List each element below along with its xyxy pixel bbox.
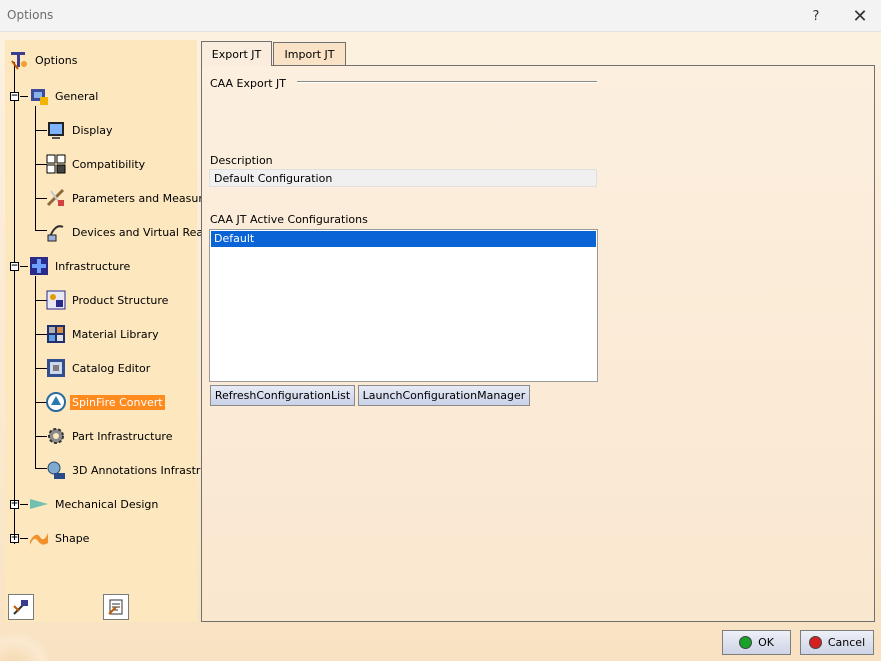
reset-options-icon	[13, 600, 28, 615]
spinfire-icon	[46, 392, 66, 412]
refresh-configuration-list-button[interactable]: RefreshConfigurationList	[210, 385, 355, 406]
tree-line	[35, 276, 36, 468]
tree-label: Compatibility	[72, 157, 146, 171]
group-divider	[297, 81, 597, 83]
parameters-icon	[46, 188, 65, 207]
tree-root-options[interactable]: Options	[8, 49, 79, 71]
tree-connector	[20, 504, 28, 505]
tree-line	[14, 62, 15, 544]
tree-item-product-structure[interactable]: Product Structure	[45, 289, 170, 311]
corner-decoration	[0, 630, 48, 661]
description-label: Description	[210, 154, 273, 167]
expander-mechanical-design[interactable]: +	[10, 500, 19, 509]
options-icon	[11, 52, 27, 70]
expander-general[interactable]: −	[10, 92, 19, 101]
tree-label: Material Library	[72, 327, 159, 341]
tree-label: 3D Annotations Infrastru	[72, 463, 208, 477]
launch-configuration-manager-button[interactable]: LaunchConfigurationManager	[358, 385, 530, 406]
tab-export-jt[interactable]: Export JT	[201, 41, 272, 66]
tree-label: Devices and Virtual Reali	[72, 225, 210, 239]
tree-item-parameters[interactable]: Parameters and Measure	[45, 187, 211, 209]
tree-label: Options	[35, 53, 78, 67]
expander-infrastructure[interactable]: −	[10, 262, 19, 271]
ok-button[interactable]: OK	[722, 630, 791, 655]
display-icon	[48, 122, 64, 139]
configurations-label: CAA JT Active Configurations	[210, 213, 368, 226]
tree-label: Infrastructure	[55, 259, 131, 273]
tree-item-devices[interactable]: Devices and Virtual Reali	[45, 221, 211, 243]
lock-options-button[interactable]	[103, 594, 129, 620]
product-structure-icon	[46, 290, 66, 310]
tree-item-compatibility[interactable]: Compatibility	[45, 153, 147, 175]
cancel-label: Cancel	[827, 636, 866, 649]
description-field[interactable]: Default Configuration	[209, 169, 597, 187]
tree-label: Parameters and Measure	[72, 191, 210, 205]
infrastructure-icon	[30, 257, 48, 275]
configurations-list[interactable]: Default	[209, 229, 598, 382]
tree-item-display[interactable]: Display	[45, 119, 115, 141]
tree-label: Display	[72, 123, 113, 137]
tree-item-spinfire-convert[interactable]: SpinFire Convert	[45, 391, 165, 413]
lock-options-icon	[108, 599, 123, 615]
general-icon	[31, 89, 48, 105]
tree-item-catalog-editor[interactable]: Catalog Editor	[45, 357, 152, 379]
tree-item-shape[interactable]: Shape	[28, 527, 91, 549]
ok-label: OK	[758, 636, 774, 649]
material-library-icon	[47, 325, 65, 343]
devices-icon	[47, 225, 64, 242]
reset-options-button[interactable]	[8, 594, 34, 620]
mechanical-design-icon	[30, 499, 48, 509]
annotations-icon	[47, 461, 65, 479]
compatibility-icon	[46, 154, 66, 174]
window-title: Options	[7, 8, 54, 22]
shape-icon	[30, 533, 48, 545]
tree-connector	[20, 538, 28, 539]
tree-label: Product Structure	[72, 293, 169, 307]
tab-import-jt[interactable]: Import JT	[273, 42, 346, 66]
options-dialog: Options − General Display Compatibility …	[0, 32, 881, 661]
ok-icon	[739, 636, 753, 649]
cancel-button[interactable]: Cancel	[800, 630, 874, 655]
tree-connector	[20, 266, 28, 267]
tree-item-material-library[interactable]: Material Library	[45, 323, 161, 345]
tree-item-mechanical-design[interactable]: Mechanical Design	[28, 493, 160, 515]
tree-label: General	[55, 89, 99, 103]
tree-connector	[20, 96, 28, 97]
cancel-icon	[808, 636, 822, 649]
gear-icon	[48, 428, 64, 444]
list-item[interactable]: Default	[211, 231, 596, 247]
tree-item-infrastructure[interactable]: Infrastructure	[28, 255, 132, 277]
tree-item-general[interactable]: General	[28, 85, 100, 107]
options-tree: Options − General Display Compatibility …	[5, 40, 209, 622]
help-button[interactable]: ?	[796, 0, 836, 32]
tree-label: Part Infrastructure	[72, 429, 173, 443]
close-button[interactable]: ✕	[840, 0, 880, 32]
title-bar: Options ? ✕	[0, 0, 881, 32]
group-title: CAA Export JT	[210, 77, 287, 90]
expander-shape[interactable]: +	[10, 534, 19, 543]
tree-label-selected: SpinFire Convert	[70, 394, 165, 410]
tree-line	[35, 106, 36, 230]
export-jt-panel: CAA Export JT Description Default Config…	[201, 65, 875, 622]
tree-item-part-infrastructure[interactable]: Part Infrastructure	[45, 425, 174, 447]
tree-item-3d-annotations[interactable]: 3D Annotations Infrastru	[45, 459, 209, 481]
tree-label: Catalog Editor	[72, 361, 151, 375]
tree-label: Shape	[55, 531, 90, 545]
tree-label: Mechanical Design	[55, 497, 159, 511]
catalog-editor-icon	[47, 359, 65, 377]
